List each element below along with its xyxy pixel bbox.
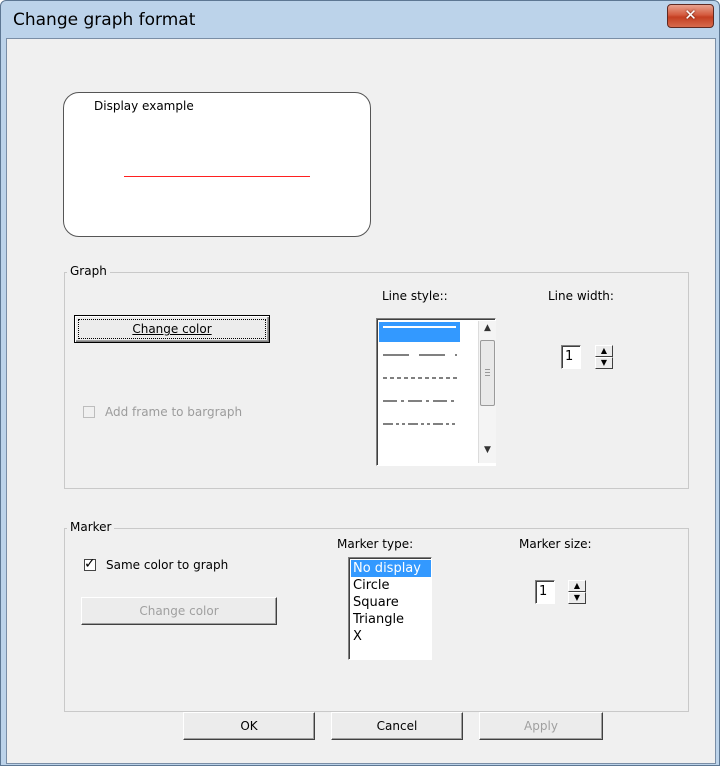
marker-type-listbox[interactable]: No display Circle Square Triangle X — [348, 557, 432, 660]
window-title: Change graph format — [13, 10, 196, 30]
cancel-label: Cancel — [376, 719, 418, 733]
ok-button[interactable]: OK — [183, 712, 315, 740]
marker-size-down-icon[interactable]: ▼ — [568, 592, 586, 604]
check-icon: ✓ — [84, 556, 96, 572]
marker-type-item[interactable]: Triangle — [351, 611, 431, 628]
ok-label: OK — [240, 719, 258, 733]
line-style-scrollbar[interactable]: ▲ ▼ — [478, 321, 496, 463]
line-style-label: Line style:: — [382, 289, 448, 303]
same-color-label: Same color to graph — [106, 558, 229, 572]
close-button[interactable]: ✕ — [667, 4, 714, 28]
title-bar[interactable]: Change graph format ✕ — [1, 1, 719, 37]
line-style-short-dash[interactable] — [379, 368, 460, 388]
cancel-button[interactable]: Cancel — [331, 712, 463, 740]
marker-change-color-button[interactable]: Change color — [81, 597, 277, 625]
close-icon: ✕ — [684, 6, 697, 24]
line-width-input[interactable]: 1 — [561, 345, 581, 369]
marker-type-label: Marker type: — [337, 537, 414, 551]
marker-type-item[interactable]: Square — [351, 594, 431, 611]
line-style-solid[interactable] — [379, 322, 460, 342]
display-example-label: Display example — [94, 99, 194, 113]
scroll-up-icon[interactable]: ▲ — [479, 323, 496, 333]
marker-size-input[interactable]: 1 — [535, 580, 555, 604]
marker-size-up-icon[interactable]: ▲ — [568, 580, 586, 592]
marker-size-label: Marker size: — [519, 537, 592, 551]
marker-group-label: Marker — [67, 520, 115, 534]
graph-group-label: Graph — [67, 264, 110, 278]
line-style-dash-dot-dot[interactable] — [379, 414, 460, 434]
preview-line-sample — [124, 176, 310, 177]
graph-change-color-label: Change color — [132, 322, 212, 336]
add-frame-label: Add frame to bargraph — [105, 405, 243, 419]
add-frame-checkbox[interactable] — [83, 406, 95, 418]
marker-change-color-label: Change color — [139, 604, 219, 618]
apply-button[interactable]: Apply — [479, 712, 603, 740]
same-color-checkbox[interactable]: ✓ — [84, 556, 96, 572]
dialog-window: Change graph format ✕ Display example Gr… — [0, 0, 720, 766]
apply-label: Apply — [524, 719, 558, 733]
line-width-down-icon[interactable]: ▼ — [595, 357, 613, 369]
graph-change-color-button[interactable]: Change color — [74, 315, 270, 343]
marker-type-item[interactable]: Circle — [351, 577, 431, 594]
line-style-long-dash[interactable] — [379, 345, 460, 365]
marker-type-item[interactable]: X — [351, 628, 431, 645]
line-width-up-icon[interactable]: ▲ — [595, 345, 613, 357]
scroll-down-icon[interactable]: ▼ — [479, 445, 496, 455]
scroll-thumb[interactable] — [480, 340, 495, 406]
marker-type-item[interactable]: No display — [351, 560, 431, 577]
line-style-listbox[interactable]: ▲ ▼ — [376, 318, 496, 466]
line-style-dash-dot[interactable] — [379, 391, 460, 411]
display-example-preview: Display example — [63, 92, 371, 237]
line-width-label: Line width: — [548, 289, 614, 303]
dialog-client-area: Display example Graph Change color Add f… — [6, 38, 716, 764]
